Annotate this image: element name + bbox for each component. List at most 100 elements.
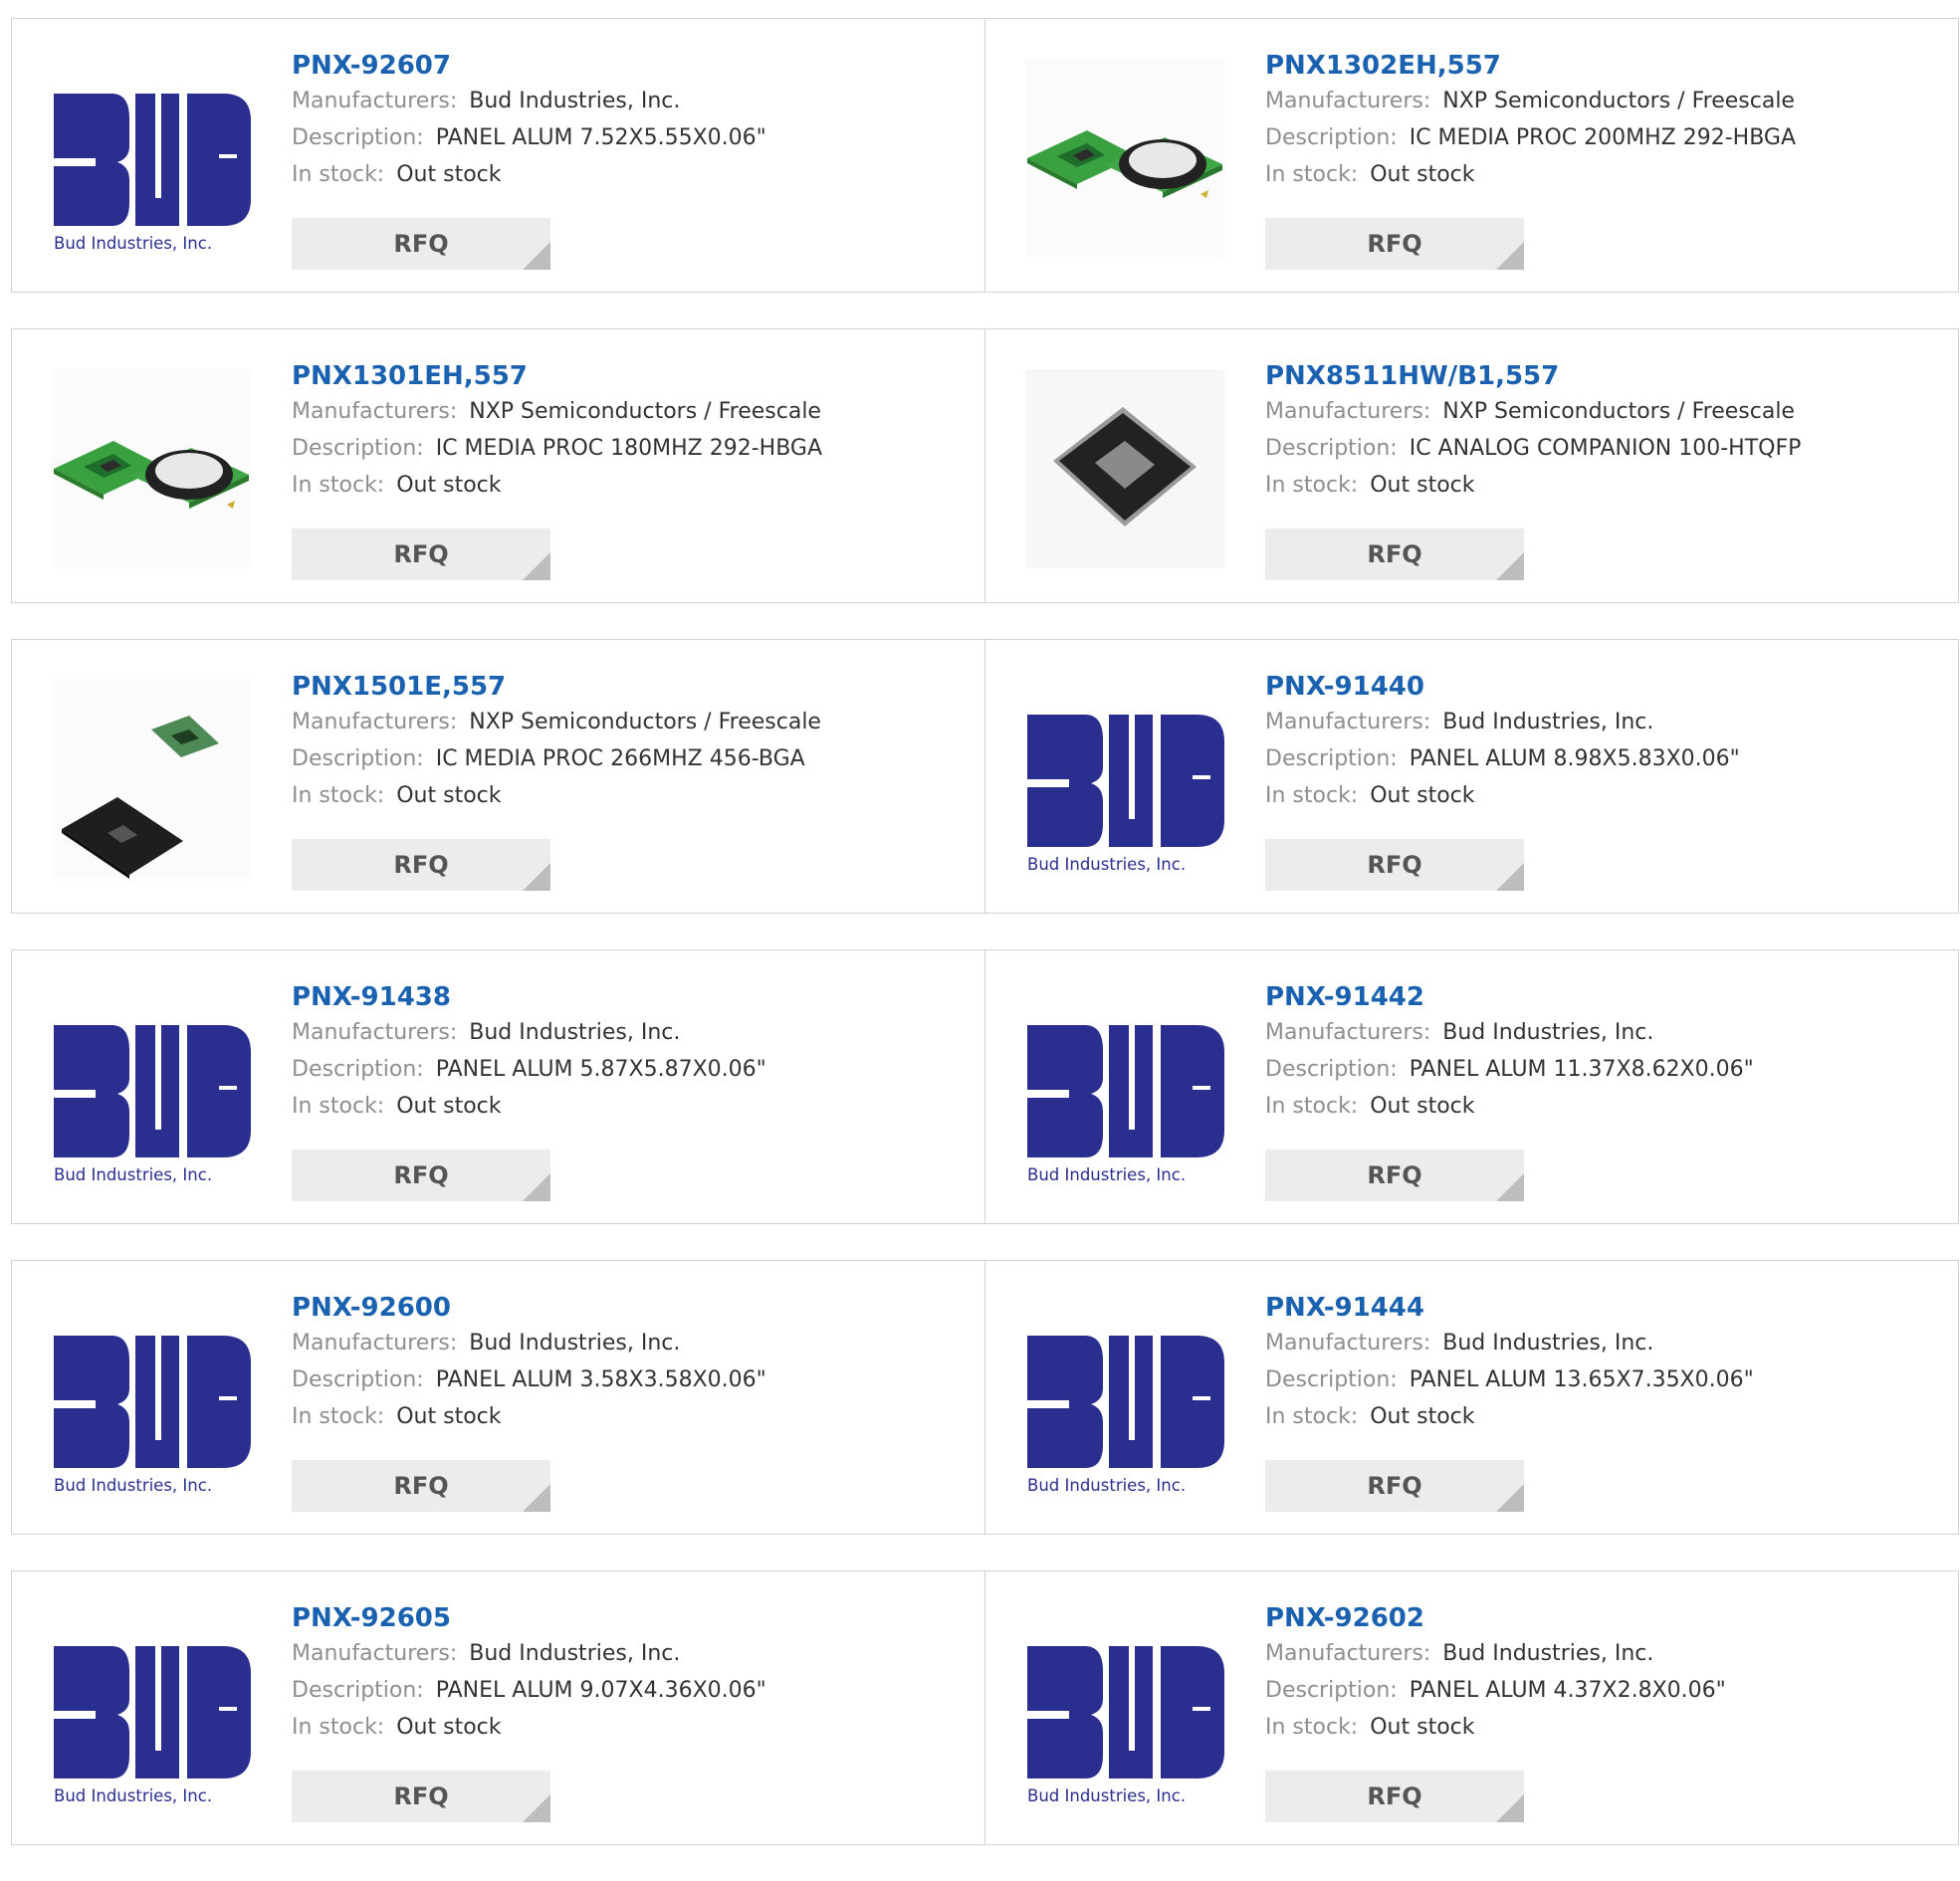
stock-row: In stock: Out stock (292, 1709, 766, 1746)
product-image[interactable] (1025, 369, 1224, 568)
product-image[interactable]: Bud Industries, Inc. (52, 59, 251, 258)
product-info: PNX1501E,557 Manufacturers: NXP Semicondu… (292, 670, 821, 814)
stock-label: In stock: (1265, 473, 1359, 498)
product-info: PNX-91440 Manufacturers: Bud Industries, … (1265, 670, 1740, 814)
stock-row: In stock: Out stock (292, 1088, 766, 1125)
product-part-number-link[interactable]: PNX-92607 (292, 49, 766, 83)
corner-triangle-icon (523, 242, 550, 270)
corner-triangle-icon (1496, 242, 1524, 270)
product-part-number-link[interactable]: PNX-92600 (292, 1291, 766, 1325)
product-info: PNX8511HW/B1,557 Manufacturers: NXP Semic… (1265, 359, 1801, 504)
stock-label: In stock: (1265, 783, 1359, 808)
product-info: PNX-92602 Manufacturers: Bud Industries, … (1265, 1601, 1726, 1746)
stock-row: In stock: Out stock (292, 156, 766, 193)
rfq-button[interactable]: RFQ (292, 1771, 550, 1822)
product-row: Bud Industries, Inc. PNX-92605 Manufactu… (11, 1570, 1960, 1845)
rfq-button[interactable]: RFQ (292, 1460, 550, 1512)
rfq-button[interactable]: RFQ (292, 218, 550, 270)
manufacturer-row: Manufacturers: Bud Industries, Inc. (1265, 1325, 1754, 1361)
product-image[interactable] (52, 369, 251, 568)
stock-value: Out stock (1370, 1715, 1475, 1740)
bud-industries-logo: Bud Industries, Inc. (1027, 1646, 1224, 1805)
stock-value: Out stock (396, 1715, 502, 1740)
product-part-number-link[interactable]: PNX-92605 (292, 1601, 766, 1635)
product-part-number-link[interactable]: PNX-91440 (1265, 670, 1740, 704)
description-label: Description: (292, 436, 424, 461)
manufacturer-value: NXP Semiconductors / Freescale (1442, 89, 1795, 113)
description-label: Description: (292, 125, 424, 150)
product-card: Bud Industries, Inc. PNX-92607 Manufactu… (11, 18, 985, 293)
product-image[interactable] (1025, 59, 1224, 258)
manufacturer-value: Bud Industries, Inc. (469, 1641, 681, 1666)
product-card: Bud Industries, Inc. PNX-92602 Manufactu… (985, 1570, 1959, 1845)
product-part-number-link[interactable]: PNX-91442 (1265, 980, 1754, 1014)
description-value: PANEL ALUM 7.52X5.55X0.06" (435, 125, 766, 150)
rfq-button[interactable]: RFQ (1265, 218, 1524, 270)
logo-text: Bud Industries, Inc. (54, 234, 212, 253)
manufacturer-label: Manufacturers: (1265, 1020, 1431, 1045)
bud-industries-logo: Bud Industries, Inc. (1027, 1025, 1224, 1184)
product-card: Bud Industries, Inc. PNX-92600 Manufactu… (11, 1260, 985, 1535)
bud-industries-logo: Bud Industries, Inc. (1027, 1336, 1224, 1495)
product-image[interactable]: Bud Industries, Inc. (52, 1301, 251, 1500)
product-info: PNX1301EH,557 Manufacturers: NXP Semicond… (292, 359, 822, 504)
rfq-button[interactable]: RFQ (1265, 1771, 1524, 1822)
product-card: PNX1302EH,557 Manufacturers: NXP Semicond… (985, 18, 1959, 293)
product-part-number-link[interactable]: PNX1302EH,557 (1265, 49, 1796, 83)
product-part-number-link[interactable]: PNX-91438 (292, 980, 766, 1014)
manufacturer-row: Manufacturers: Bud Industries, Inc. (292, 1325, 766, 1361)
stock-row: In stock: Out stock (1265, 777, 1740, 814)
rfq-button[interactable]: RFQ (292, 839, 550, 891)
rfq-button[interactable]: RFQ (292, 1150, 550, 1201)
stock-value: Out stock (1370, 162, 1475, 187)
product-image[interactable]: Bud Industries, Inc. (1025, 680, 1224, 879)
manufacturer-value: Bud Industries, Inc. (469, 89, 681, 113)
product-part-number-link[interactable]: PNX-92602 (1265, 1601, 1726, 1635)
product-image[interactable]: Bud Industries, Inc. (52, 1611, 251, 1810)
rfq-button-label: RFQ (1367, 1782, 1422, 1810)
product-card: Bud Industries, Inc. PNX-91440 Manufactu… (985, 639, 1959, 914)
product-info: PNX1302EH,557 Manufacturers: NXP Semicond… (1265, 49, 1796, 193)
product-image[interactable] (52, 680, 251, 879)
rfq-button[interactable]: RFQ (292, 528, 550, 580)
description-label: Description: (1265, 436, 1398, 461)
stock-value: Out stock (396, 783, 502, 808)
manufacturer-label: Manufacturers: (1265, 89, 1431, 113)
product-part-number-link[interactable]: PNX-91444 (1265, 1291, 1754, 1325)
stock-row: In stock: Out stock (1265, 156, 1796, 193)
product-image[interactable]: Bud Industries, Inc. (52, 990, 251, 1189)
description-row: Description: IC MEDIA PROC 200MHZ 292-HBG… (1265, 119, 1796, 156)
rfq-button[interactable]: RFQ (1265, 839, 1524, 891)
stock-row: In stock: Out stock (292, 1398, 766, 1435)
description-row: Description: IC ANALOG COMPANION 100-HTQF… (1265, 430, 1801, 467)
product-image[interactable]: Bud Industries, Inc. (1025, 1611, 1224, 1810)
manufacturer-row: Manufacturers: NXP Semiconductors / Frees… (292, 704, 821, 740)
bud-industries-logo: Bud Industries, Inc. (54, 1336, 251, 1495)
description-value: PANEL ALUM 9.07X4.36X0.06" (435, 1678, 766, 1703)
corner-triangle-icon (1496, 1484, 1524, 1512)
description-label: Description: (1265, 1057, 1398, 1082)
description-row: Description: PANEL ALUM 11.37X8.62X0.06" (1265, 1051, 1754, 1088)
product-image[interactable]: Bud Industries, Inc. (1025, 1301, 1224, 1500)
rfq-button[interactable]: RFQ (1265, 1460, 1524, 1512)
rfq-button-label: RFQ (1367, 540, 1422, 568)
rfq-button[interactable]: RFQ (1265, 528, 1524, 580)
product-part-number-link[interactable]: PNX8511HW/B1,557 (1265, 359, 1801, 393)
rfq-button-label: RFQ (393, 230, 449, 258)
product-row: Bud Industries, Inc. PNX-92607 Manufactu… (11, 18, 1960, 293)
product-info: PNX-91438 Manufacturers: Bud Industries, … (292, 980, 766, 1125)
stock-row: In stock: Out stock (292, 467, 822, 504)
stock-value: Out stock (396, 162, 502, 187)
product-part-number-link[interactable]: PNX1301EH,557 (292, 359, 822, 393)
product-part-number-link[interactable]: PNX1501E,557 (292, 670, 821, 704)
rfq-button-label: RFQ (1367, 851, 1422, 879)
description-value: IC MEDIA PROC 180MHZ 292-HBGA (435, 436, 822, 461)
bud-industries-logo: Bud Industries, Inc. (54, 1646, 251, 1805)
rfq-button-label: RFQ (393, 1472, 449, 1500)
rfq-button-label: RFQ (1367, 230, 1422, 258)
stock-label: In stock: (292, 162, 385, 187)
product-image[interactable]: Bud Industries, Inc. (1025, 990, 1224, 1189)
manufacturer-row: Manufacturers: Bud Industries, Inc. (292, 83, 766, 119)
logo-text: Bud Industries, Inc. (54, 1786, 212, 1805)
rfq-button[interactable]: RFQ (1265, 1150, 1524, 1201)
